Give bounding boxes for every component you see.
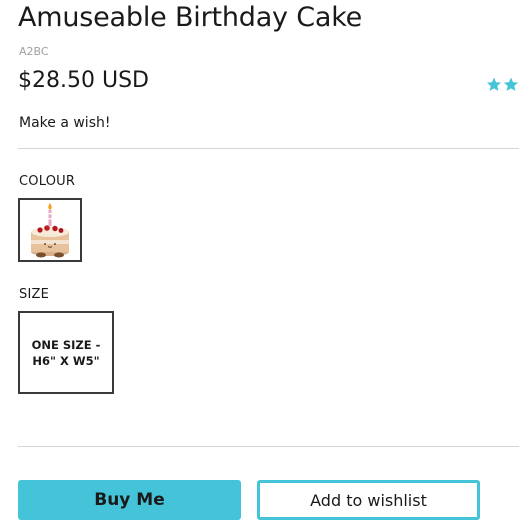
star-icon <box>503 77 519 92</box>
colour-label: COLOUR <box>19 174 76 189</box>
add-to-wishlist-button[interactable]: Add to wishlist <box>257 480 480 520</box>
size-label: SIZE <box>19 287 50 302</box>
divider <box>18 446 519 447</box>
size-option-one-size[interactable]: ONE SIZE - H6" X W5" <box>18 311 114 394</box>
product-title: Amuseable Birthday Cake <box>18 2 363 33</box>
colour-swatch[interactable] <box>18 198 82 262</box>
buy-button[interactable]: Buy Me <box>18 480 241 520</box>
rating-stars[interactable] <box>486 77 519 92</box>
birthday-cake-icon <box>31 203 69 258</box>
star-icon <box>486 77 502 92</box>
divider <box>18 148 519 149</box>
size-option-label: ONE SIZE - H6" X W5" <box>31 337 101 368</box>
product-sku: A2BC <box>19 45 49 58</box>
product-tagline: Make a wish! <box>19 115 111 131</box>
product-price: $28.50 USD <box>18 68 149 93</box>
product-panel: Amuseable Birthday Cake A2BC $28.50 USD … <box>0 0 519 532</box>
